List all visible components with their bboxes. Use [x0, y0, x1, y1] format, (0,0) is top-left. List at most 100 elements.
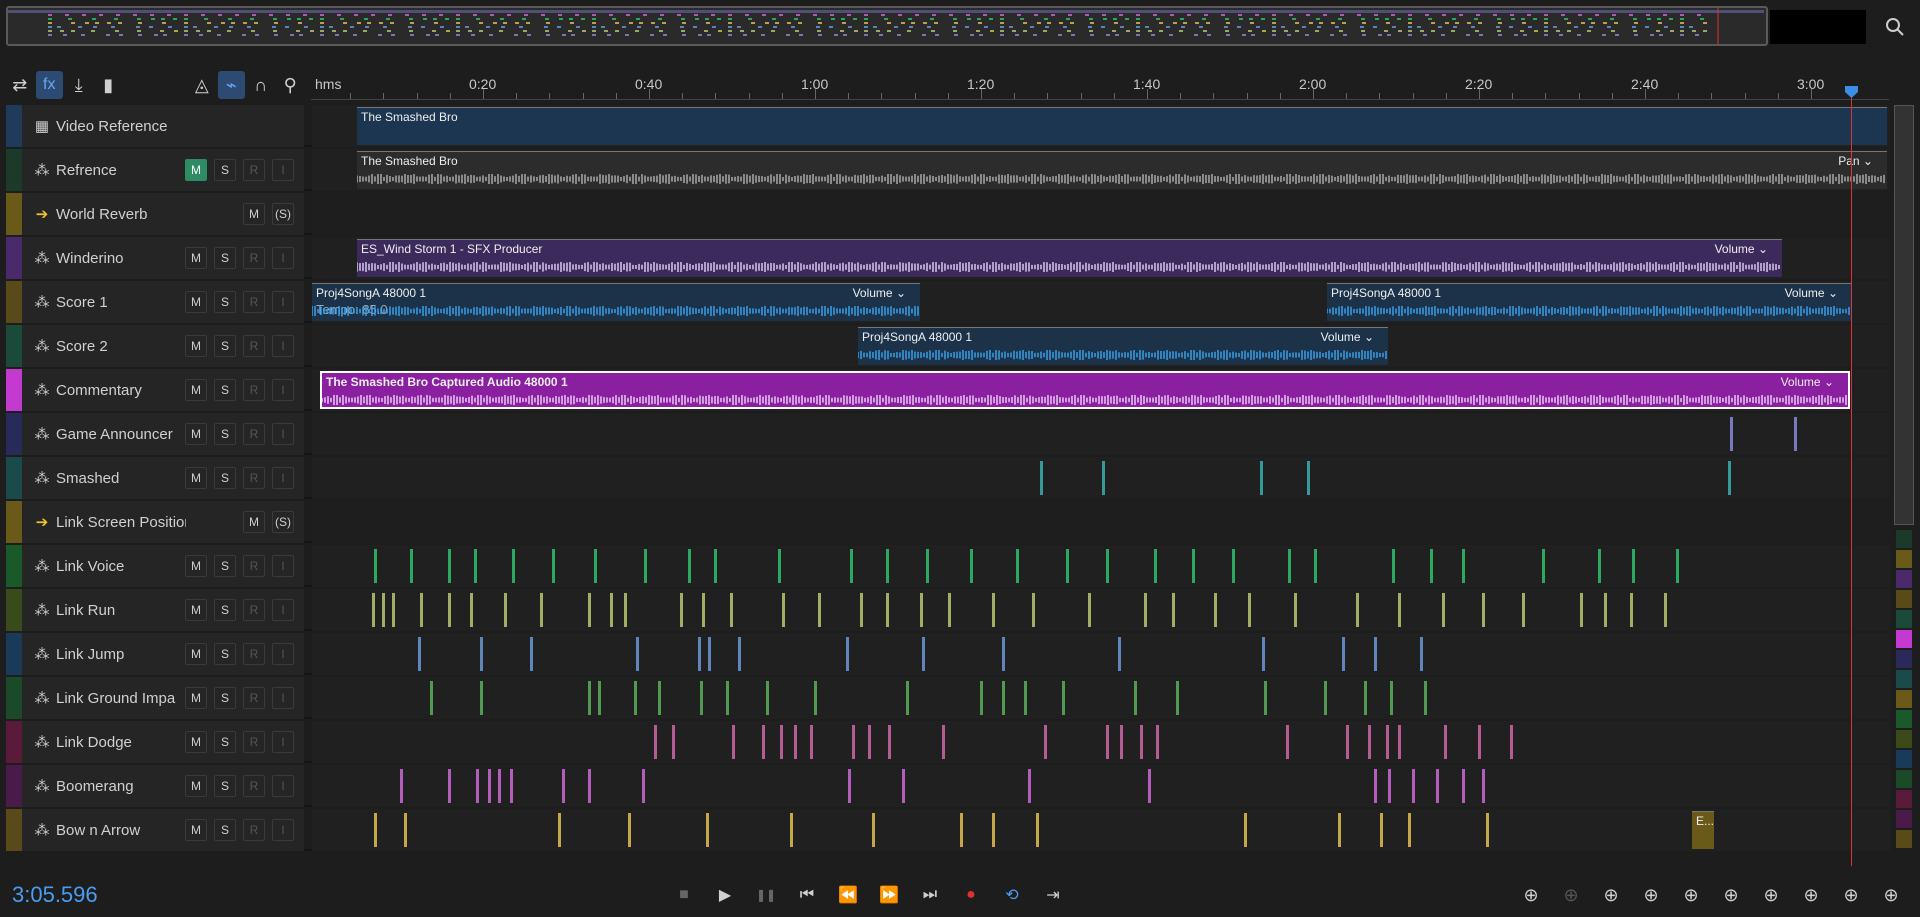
session-overview[interactable]: [6, 6, 1768, 46]
short-clip[interactable]: [790, 813, 793, 847]
short-clip[interactable]: [1062, 681, 1065, 715]
solo-button[interactable]: S: [214, 819, 236, 841]
short-clip[interactable]: [942, 725, 945, 759]
short-clip[interactable]: [860, 593, 863, 627]
track-name[interactable]: Link Screen Position: [56, 514, 186, 531]
mute-button[interactable]: M: [243, 203, 265, 225]
input-monitor-button[interactable]: I: [272, 291, 294, 313]
short-clip[interactable]: [642, 769, 645, 803]
track-name[interactable]: Score 1: [56, 294, 186, 311]
short-clip[interactable]: [1134, 681, 1137, 715]
track-color-bar[interactable]: [6, 413, 22, 455]
solo-button[interactable]: S: [214, 687, 236, 709]
track-boomerang[interactable]: ⁂ Boomerang M S R I: [6, 765, 1890, 807]
overview-viewport-thumb[interactable]: [1770, 10, 1866, 44]
zoom-out-time-icon[interactable]: ⊕: [1637, 882, 1665, 908]
record-arm-button[interactable]: R: [243, 423, 265, 445]
track-game-announcer[interactable]: ⁂ Game Announcer M S R I: [6, 413, 1890, 455]
track-lane[interactable]: [312, 721, 1890, 763]
short-clip[interactable]: [738, 637, 741, 671]
short-clip[interactable]: [418, 637, 421, 671]
clip-envelope-selector[interactable]: Pan ⌄: [1838, 154, 1873, 168]
audio-clip[interactable]: Proj4SongA 48000 1 Volume ⌄: [1327, 283, 1852, 321]
short-clip[interactable]: [794, 725, 797, 759]
track-lane[interactable]: [312, 589, 1890, 631]
short-clip[interactable]: [1364, 681, 1367, 715]
short-clip[interactable]: [780, 725, 783, 759]
track-header[interactable]: ▦ Video Reference: [6, 105, 304, 147]
short-clip[interactable]: [1288, 549, 1291, 583]
short-clip[interactable]: [1356, 593, 1359, 627]
input-monitor-button[interactable]: I: [272, 687, 294, 709]
track-header[interactable]: ⁂ Commentary M S R I: [6, 369, 304, 411]
short-clip[interactable]: [540, 593, 543, 627]
solo-button[interactable]: S: [214, 291, 236, 313]
record-arm-button[interactable]: R: [243, 731, 265, 753]
headphones-icon[interactable]: ∩: [247, 71, 275, 99]
short-clip[interactable]: [1346, 725, 1349, 759]
short-clip[interactable]: [1214, 593, 1217, 627]
short-clip[interactable]: [1444, 725, 1447, 759]
short-clip[interactable]: [610, 593, 613, 627]
mute-button[interactable]: M: [185, 291, 207, 313]
record-arm-button[interactable]: R: [243, 379, 265, 401]
track-lane[interactable]: Proj4SongA 48000 1 Volume ⌄ Tempo: 85.0 Pro…: [312, 281, 1890, 323]
mute-button[interactable]: M: [243, 511, 265, 533]
short-clip[interactable]: [1730, 417, 1733, 451]
track-color-bar[interactable]: [6, 589, 22, 631]
short-clip[interactable]: [818, 593, 821, 627]
short-clip[interactable]: [530, 637, 533, 671]
short-clip[interactable]: [1794, 417, 1797, 451]
short-clip[interactable]: [628, 813, 631, 847]
track-score-2[interactable]: ⁂ Score 2 M S R I Proj4SongA 48000 1 Volume ⌄: [6, 325, 1890, 367]
mute-button[interactable]: M: [185, 687, 207, 709]
track-link-run[interactable]: ⁂ Link Run M S R I: [6, 589, 1890, 631]
track-color-bar[interactable]: [6, 501, 22, 543]
track-lane[interactable]: Proj4SongA 48000 1 Volume ⌄: [312, 325, 1890, 367]
track-link-screen-position[interactable]: ➔ Link Screen Position M (S): [6, 501, 1890, 543]
short-clip[interactable]: [698, 637, 701, 671]
track-lane[interactable]: [312, 501, 1890, 543]
short-clip[interactable]: [848, 769, 851, 803]
track-header[interactable]: ⁂ Bow n Arrow M S R I: [6, 809, 304, 851]
short-clip[interactable]: [920, 593, 923, 627]
clip-envelope-selector[interactable]: Volume ⌄: [1781, 375, 1834, 389]
zoom-session-icon[interactable]: ⊕: [1877, 882, 1905, 908]
short-clip[interactable]: [1260, 461, 1263, 495]
audio-clip[interactable]: The Smashed Bro: [357, 107, 1887, 145]
track-video-reference[interactable]: ▦ Video Reference The Smashed Bro: [6, 105, 1890, 147]
input-monitor-button[interactable]: I: [272, 643, 294, 665]
short-clip[interactable]: [730, 593, 733, 627]
record-arm-button[interactable]: R: [243, 555, 265, 577]
short-clip[interactable]: [1036, 813, 1039, 847]
clip-envelope-selector[interactable]: Volume ⌄: [1715, 242, 1768, 256]
short-clip[interactable]: [1172, 593, 1175, 627]
short-clip[interactable]: [970, 549, 973, 583]
pause-icon[interactable]: ❚❚: [753, 882, 779, 908]
short-clip[interactable]: [1342, 637, 1345, 671]
zoom-out-amplitude-icon[interactable]: ⊕: [1557, 882, 1585, 908]
track-name[interactable]: Video Reference: [56, 118, 186, 135]
go-to-end-icon[interactable]: ⏭: [917, 882, 943, 908]
loop-icon[interactable]: ⟲: [999, 882, 1025, 908]
track-name[interactable]: Link Jump: [56, 646, 186, 663]
record-arm-button[interactable]: R: [243, 643, 265, 665]
mute-button[interactable]: M: [185, 335, 207, 357]
short-clip[interactable]: [374, 813, 377, 847]
track-link-voice[interactable]: ⁂ Link Voice M S R I: [6, 545, 1890, 587]
short-clip[interactable]: [498, 769, 501, 803]
short-clip[interactable]: [1482, 769, 1485, 803]
solo-button[interactable]: S: [214, 247, 236, 269]
short-clip[interactable]: [552, 549, 555, 583]
input-monitor-button[interactable]: I: [272, 775, 294, 797]
track-name[interactable]: World Reverb: [56, 206, 186, 223]
short-clip[interactable]: [766, 681, 769, 715]
play-icon[interactable]: ▶: [712, 882, 738, 908]
track-color-bar[interactable]: [6, 193, 22, 235]
track-lane[interactable]: [312, 633, 1890, 675]
track-winderino[interactable]: ⁂ Winderino M S R I ES_Wind Storm 1 - SFX Prod…: [6, 237, 1890, 279]
vertical-scrollbar[interactable]: [1894, 105, 1914, 525]
short-clip[interactable]: [448, 769, 451, 803]
short-clip[interactable]: [448, 593, 451, 627]
short-clip[interactable]: [906, 681, 909, 715]
